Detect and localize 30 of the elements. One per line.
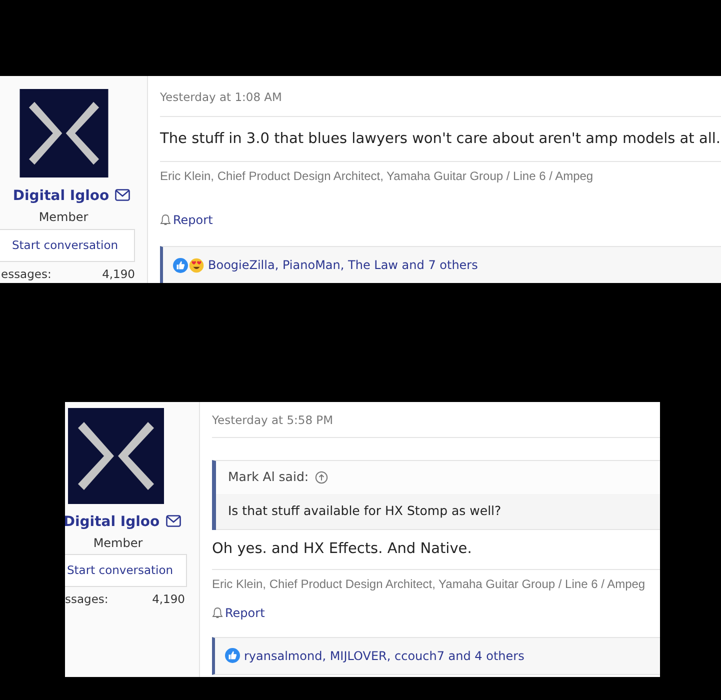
post-timestamp[interactable]: Yesterday at 1:08 AM <box>160 76 721 116</box>
reaction-users-link[interactable]: BoogieZilla, PianoMan, The Law and 7 others <box>208 256 478 274</box>
bell-icon <box>160 214 171 226</box>
stat-value: 4,190 <box>102 266 135 283</box>
heart-eyes-icon <box>189 258 204 272</box>
reaction-users-link[interactable]: ryansalmond, MIJLOVER, ccouch7 and 4 others <box>244 646 524 664</box>
username-link[interactable]: Digital Igloo <box>65 514 160 530</box>
post-timestamp[interactable]: Yesterday at 5:58 PM <box>212 402 660 438</box>
like-icon <box>173 258 188 272</box>
report-link[interactable]: Report <box>212 604 265 622</box>
report-link[interactable]: Report <box>160 211 213 229</box>
bell-icon <box>212 606 223 618</box>
post-text: The stuff in 3.0 that blues lawyers won't care about aren't amp models at all. <box>160 130 721 150</box>
user-title: Member <box>38 208 88 226</box>
stat-label: ssages: <box>65 591 108 608</box>
start-conversation-button[interactable]: Start conversation <box>0 228 135 262</box>
signature-text: Eric Klein, Chief Product Design Architect, Yamaha Guitar Group / Line 6 / Ampeg <box>160 168 594 185</box>
username-link[interactable]: Digital Igloo <box>12 188 110 204</box>
stat-value: 4,190 <box>152 591 185 608</box>
arrow-up-icon <box>314 471 328 484</box>
quote-author[interactable]: Mark Al said: <box>228 468 309 487</box>
user-title: Member <box>93 535 143 552</box>
post-text: Oh yes. and HX Effects. And Native. <box>212 540 473 559</box>
start-conversation-button[interactable]: Start conversation <box>65 554 187 588</box>
like-icon <box>225 648 240 663</box>
envelope-icon <box>166 515 181 527</box>
envelope-icon <box>115 188 130 200</box>
stat-label: essages: <box>1 266 52 283</box>
quote-text: Is that stuff available for HX Stomp as well? <box>216 494 660 530</box>
signature-text: Eric Klein, Chief Product Design Architect, Yamaha Guitar Group / Line 6 / Ampeg <box>212 576 646 592</box>
